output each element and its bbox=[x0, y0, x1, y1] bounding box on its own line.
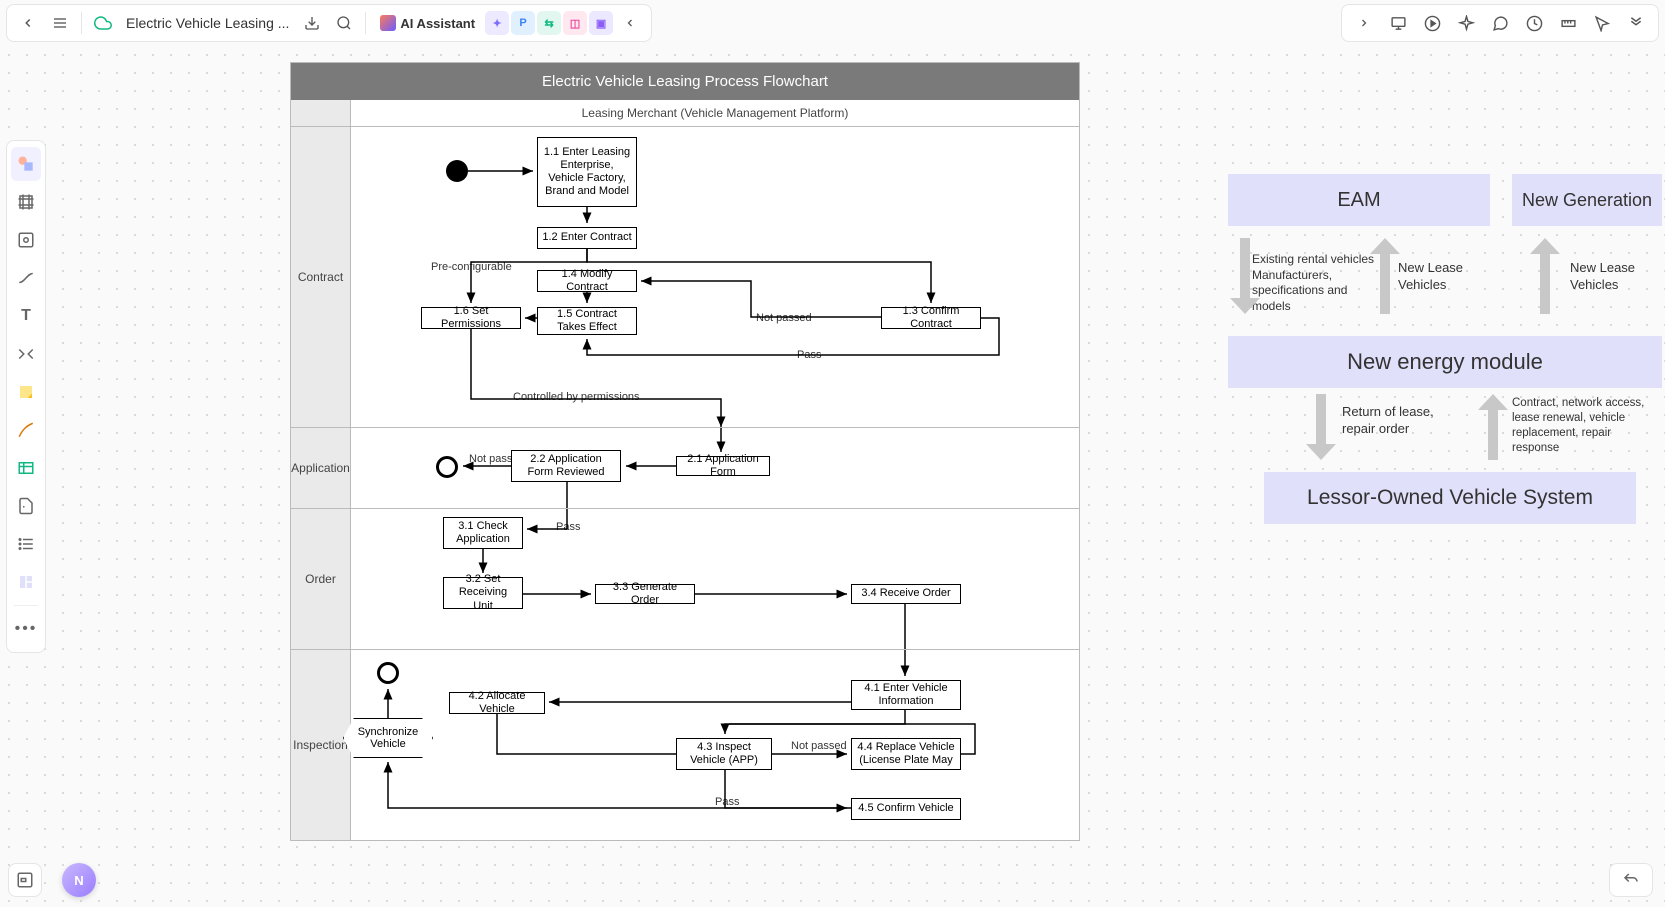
undo-button[interactable] bbox=[1609, 863, 1653, 897]
lane-contract: Contract 1.1 Enter Leasing Enterprise, V… bbox=[291, 127, 1079, 428]
frame-tool[interactable] bbox=[11, 185, 41, 219]
column-header: Leasing Merchant (Vehicle Management Pla… bbox=[351, 100, 1079, 126]
box-1-1[interactable]: 1.1 Enter Leasing Enterprise, Vehicle Fa… bbox=[537, 137, 637, 207]
label-notpassed-1: Not passed bbox=[756, 312, 812, 324]
search-button[interactable] bbox=[329, 8, 359, 38]
download-button[interactable] bbox=[297, 8, 327, 38]
box-3-4[interactable]: 3.4 Receive Order bbox=[851, 584, 961, 604]
right-toolbar bbox=[1341, 4, 1659, 42]
box-1-6[interactable]: 1.6 Set Permissions bbox=[421, 307, 521, 329]
block-newgen[interactable]: New Generation bbox=[1512, 174, 1662, 226]
lane-inspection: Inspection Synchronize Vehicle 4.2 Alloc… bbox=[291, 650, 1079, 840]
cloud-sync-icon[interactable] bbox=[88, 8, 118, 38]
box-3-2[interactable]: 3.2 Set Receiving Unit bbox=[443, 577, 523, 609]
list-tool[interactable] bbox=[11, 527, 41, 561]
label-pass-1: Pass bbox=[797, 349, 821, 361]
lane-inspection-label: Inspection bbox=[291, 650, 351, 840]
lane-application-label: Application bbox=[291, 428, 351, 508]
flowchart-title: Electric Vehicle Leasing Process Flowcha… bbox=[291, 63, 1079, 100]
back-button[interactable] bbox=[13, 8, 43, 38]
label-pass-2: Pass bbox=[556, 521, 580, 533]
box-4-5[interactable]: 4.5 Confirm Vehicle bbox=[851, 798, 961, 820]
flowchart[interactable]: Electric Vehicle Leasing Process Flowcha… bbox=[290, 62, 1080, 841]
layers-button[interactable] bbox=[8, 863, 42, 897]
app-chip-1[interactable]: ✦ bbox=[485, 11, 509, 35]
text-tool[interactable]: T bbox=[11, 299, 41, 333]
top-toolbar: Electric Vehicle Leasing ... AI Assistan… bbox=[6, 4, 652, 42]
label-controlled: Controlled by permissions bbox=[513, 391, 640, 403]
box-2-2[interactable]: 2.2 Application Form Reviewed bbox=[511, 450, 621, 482]
shuffle-tool[interactable] bbox=[11, 337, 41, 371]
template-tool[interactable] bbox=[11, 565, 41, 599]
expand-tools-button[interactable] bbox=[1348, 8, 1380, 38]
label-preconfig: Pre-configurable bbox=[431, 261, 512, 273]
presentation-icon[interactable] bbox=[1382, 8, 1414, 38]
play-icon[interactable] bbox=[1416, 8, 1448, 38]
left-toolbox: T ••• bbox=[6, 140, 46, 653]
lane-contract-label: Contract bbox=[291, 127, 351, 427]
end-node-inspection[interactable] bbox=[377, 662, 399, 684]
menu-button[interactable] bbox=[45, 8, 75, 38]
sticky-note-tool[interactable] bbox=[11, 375, 41, 409]
ai-fab-button[interactable]: N bbox=[62, 863, 96, 897]
hex-synchronize[interactable]: Synchronize Vehicle bbox=[343, 718, 433, 758]
label-notpassed-3: Not passed bbox=[791, 740, 847, 752]
box-4-3[interactable]: 4.3 Inspect Vehicle (APP) bbox=[676, 738, 772, 770]
box-3-1[interactable]: 3.1 Check Application bbox=[443, 517, 523, 549]
block-eam[interactable]: EAM bbox=[1228, 174, 1490, 226]
cursor-icon[interactable] bbox=[1586, 8, 1618, 38]
ai-assistant-button[interactable]: AI Assistant bbox=[372, 8, 483, 38]
box-2-1[interactable]: 2.1 Application Form bbox=[676, 456, 770, 476]
box-3-3[interactable]: 3.3 Generate Order bbox=[595, 584, 695, 604]
box-4-4[interactable]: 4.4 Replace Vehicle (License Plate May bbox=[851, 738, 961, 770]
connector-tool[interactable] bbox=[11, 261, 41, 295]
lane-order: Order Pass 3.1 Check Application 3.2 Set… bbox=[291, 509, 1079, 650]
table-tool[interactable] bbox=[11, 451, 41, 485]
start-node[interactable] bbox=[446, 160, 468, 182]
box-4-1[interactable]: 4.1 Enter Vehicle Information bbox=[851, 680, 961, 710]
box-1-2[interactable]: 1.2 Enter Contract bbox=[537, 227, 637, 249]
more-tools[interactable]: ••• bbox=[11, 612, 41, 646]
document-title[interactable]: Electric Vehicle Leasing ... bbox=[120, 15, 295, 31]
block-lessor[interactable]: Lessor-Owned Vehicle System bbox=[1264, 472, 1636, 524]
collapse-apps-button[interactable] bbox=[615, 8, 645, 38]
box-4-2[interactable]: 4.2 Allocate Vehicle bbox=[449, 692, 545, 714]
lane-order-label: Order bbox=[291, 509, 351, 649]
app-chip-5[interactable]: ▣ bbox=[589, 11, 613, 35]
history-icon[interactable] bbox=[1518, 8, 1550, 38]
container-tool[interactable] bbox=[11, 223, 41, 257]
box-1-5[interactable]: 1.5 Contract Takes Effect bbox=[537, 307, 637, 335]
ruler-icon[interactable] bbox=[1552, 8, 1584, 38]
app-chip-4[interactable]: ◫ bbox=[563, 11, 587, 35]
label-pass-3: Pass bbox=[715, 796, 739, 808]
sparkle-icon[interactable] bbox=[1450, 8, 1482, 38]
ai-assistant-label: AI Assistant bbox=[400, 16, 475, 31]
flowchart-header: Leasing Merchant (Vehicle Management Pla… bbox=[291, 100, 1079, 127]
lane-application: Application Not passed 2.2 Application F… bbox=[291, 428, 1079, 509]
app-chip-2[interactable]: P bbox=[511, 11, 535, 35]
pen-tool[interactable] bbox=[11, 413, 41, 447]
document-tool[interactable] bbox=[11, 489, 41, 523]
box-1-4[interactable]: 1.4 Modify Contract bbox=[537, 270, 637, 292]
shapes-tool[interactable] bbox=[11, 147, 41, 181]
ai-logo-icon bbox=[380, 15, 396, 31]
end-node-application[interactable] bbox=[436, 456, 458, 478]
box-1-3[interactable]: 1.3 Confirm Contract bbox=[881, 307, 981, 329]
chevron-down-icon[interactable] bbox=[1620, 8, 1652, 38]
right-arrows bbox=[1224, 226, 1664, 476]
comment-icon[interactable] bbox=[1484, 8, 1516, 38]
app-chip-3[interactable]: ⇆ bbox=[537, 11, 561, 35]
